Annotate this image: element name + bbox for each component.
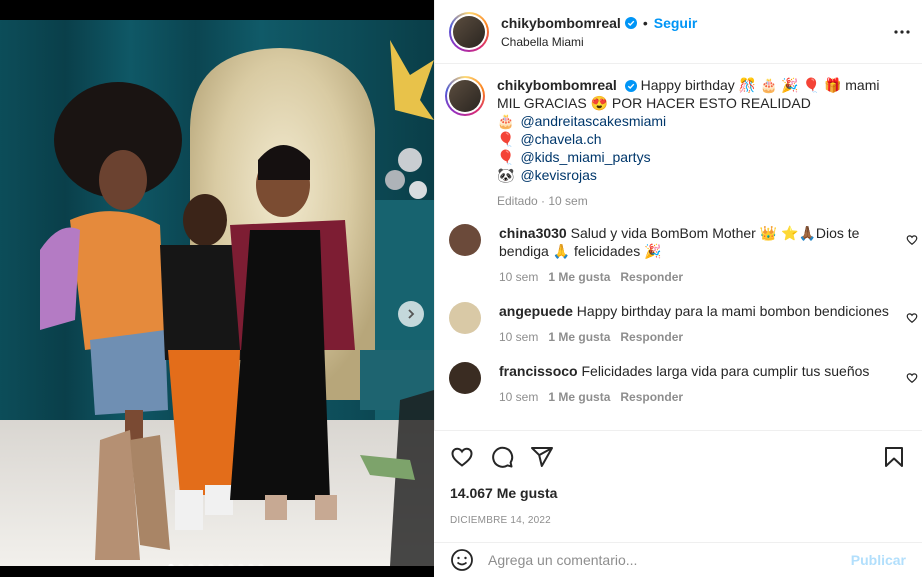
comment-likes[interactable]: 1 Me gusta: [548, 390, 610, 404]
mention-link[interactable]: @andreitascakesmiami: [520, 113, 666, 129]
comment-item: francissoco Felicidades larga vida para …: [449, 362, 918, 406]
comment-icon[interactable]: [490, 445, 514, 469]
caption-credit-line: 🎂 @andreitascakesmiami: [497, 112, 892, 130]
verified-icon: [624, 80, 637, 93]
post-date: DICIEMBRE 14, 2022: [450, 515, 551, 526]
credit-emoji: 🐼: [497, 167, 515, 183]
comments-section[interactable]: chikybombomreal Happy birthday 🎊 🎂 🎉 🎈 🎁…: [435, 64, 922, 430]
reply-button[interactable]: Responder: [620, 390, 683, 404]
comment-likes[interactable]: 1 Me gusta: [548, 270, 610, 284]
commenter-username[interactable]: angepuede: [499, 303, 573, 319]
comment-time: 10 sem: [499, 330, 539, 344]
commenter-username[interactable]: china3030: [499, 225, 567, 241]
verified-icon: [624, 16, 637, 29]
mention-link[interactable]: @kevisrojas: [520, 167, 596, 183]
separator-dot: •: [642, 14, 648, 31]
more-icon[interactable]: [892, 22, 912, 42]
comment-item: china3030 Salud y vida BomBom Mother 👑 ⭐…: [449, 224, 918, 286]
comment-text: Happy birthday para la mami bombon bendi…: [576, 303, 889, 319]
post-location[interactable]: Chabella Miami: [501, 35, 697, 49]
caption-credit-line: 🎈 @chavela.ch: [497, 130, 892, 148]
heart-icon[interactable]: [906, 372, 918, 384]
comment-list: china3030 Salud y vida BomBom Mother 👑 ⭐…: [449, 224, 918, 406]
mention-link[interactable]: @kids_miami_partys: [520, 149, 650, 165]
carousel-next-button[interactable]: [398, 301, 424, 327]
top-letterbox: [0, 0, 434, 20]
instagram-post-modal: chikybombomreal • Seguir Chabella Miami: [0, 0, 922, 577]
post-photo[interactable]: [0, 20, 434, 566]
credit-emoji: 🎈: [497, 149, 515, 165]
credit-emoji: 🎈: [497, 131, 515, 147]
share-icon[interactable]: [530, 445, 554, 469]
author-avatar[interactable]: [449, 11, 489, 52]
photo-illustration: [0, 20, 434, 566]
commenter-username[interactable]: francissoco: [499, 363, 578, 379]
heart-icon[interactable]: [450, 445, 474, 469]
chevron-right-icon: [408, 309, 415, 319]
caption-username[interactable]: chikybombomreal: [497, 77, 617, 93]
bottom-letterbox: [0, 566, 434, 577]
likes-count[interactable]: 14.067 Me gusta: [434, 469, 922, 501]
author-username[interactable]: chikybombomreal: [501, 15, 621, 31]
heart-icon[interactable]: [906, 312, 918, 324]
caption: chikybombomreal Happy birthday 🎊 🎂 🎉 🎈 🎁…: [445, 76, 908, 210]
credit-emoji: 🎂: [497, 113, 515, 129]
commenter-avatar[interactable]: [449, 224, 481, 256]
comment-input[interactable]: [488, 552, 851, 568]
caption-text-line1: Happy birthday 🎊 🎂 🎉 🎈 🎁 mami: [640, 77, 880, 93]
mention-link[interactable]: @chavela.ch: [520, 131, 601, 147]
post-actions: 14.067 Me gusta DICIEMBRE 14, 2022: [434, 430, 922, 542]
comment-time: 10 sem: [499, 390, 539, 404]
commenter-avatar[interactable]: [449, 362, 481, 394]
caption-credits: 🎂 @andreitascakesmiami 🎈 @chavela.ch 🎈 @kids_…: [497, 112, 892, 184]
heart-icon[interactable]: [906, 234, 918, 246]
comment-composer: Publicar: [434, 542, 922, 577]
comment-item: angepuede Happy birthday para la mami bo…: [449, 302, 918, 346]
emoji-icon[interactable]: [450, 548, 474, 572]
comment-text: Felicidades larga vida para cumplir tus …: [581, 363, 870, 379]
comment-time: 10 sem: [499, 270, 539, 284]
reply-button[interactable]: Responder: [620, 270, 683, 284]
caption-credit-line: 🐼 @kevisrojas: [497, 166, 892, 184]
reply-button[interactable]: Responder: [620, 330, 683, 344]
caption-text-line2: MIL GRACIAS 😍 POR HACER ESTO REALIDAD: [497, 95, 811, 111]
comment-likes[interactable]: 1 Me gusta: [548, 330, 610, 344]
bookmark-icon[interactable]: [882, 445, 906, 469]
publish-button[interactable]: Publicar: [851, 552, 906, 568]
commenter-avatar[interactable]: [449, 302, 481, 334]
caption-avatar[interactable]: [445, 76, 485, 116]
post-header: chikybombomreal • Seguir Chabella Miami: [435, 0, 922, 64]
caption-edited: Editado · 10 sem: [497, 194, 588, 208]
caption-credit-line: 🎈 @kids_miami_partys: [497, 148, 892, 166]
follow-button[interactable]: Seguir: [654, 15, 698, 31]
